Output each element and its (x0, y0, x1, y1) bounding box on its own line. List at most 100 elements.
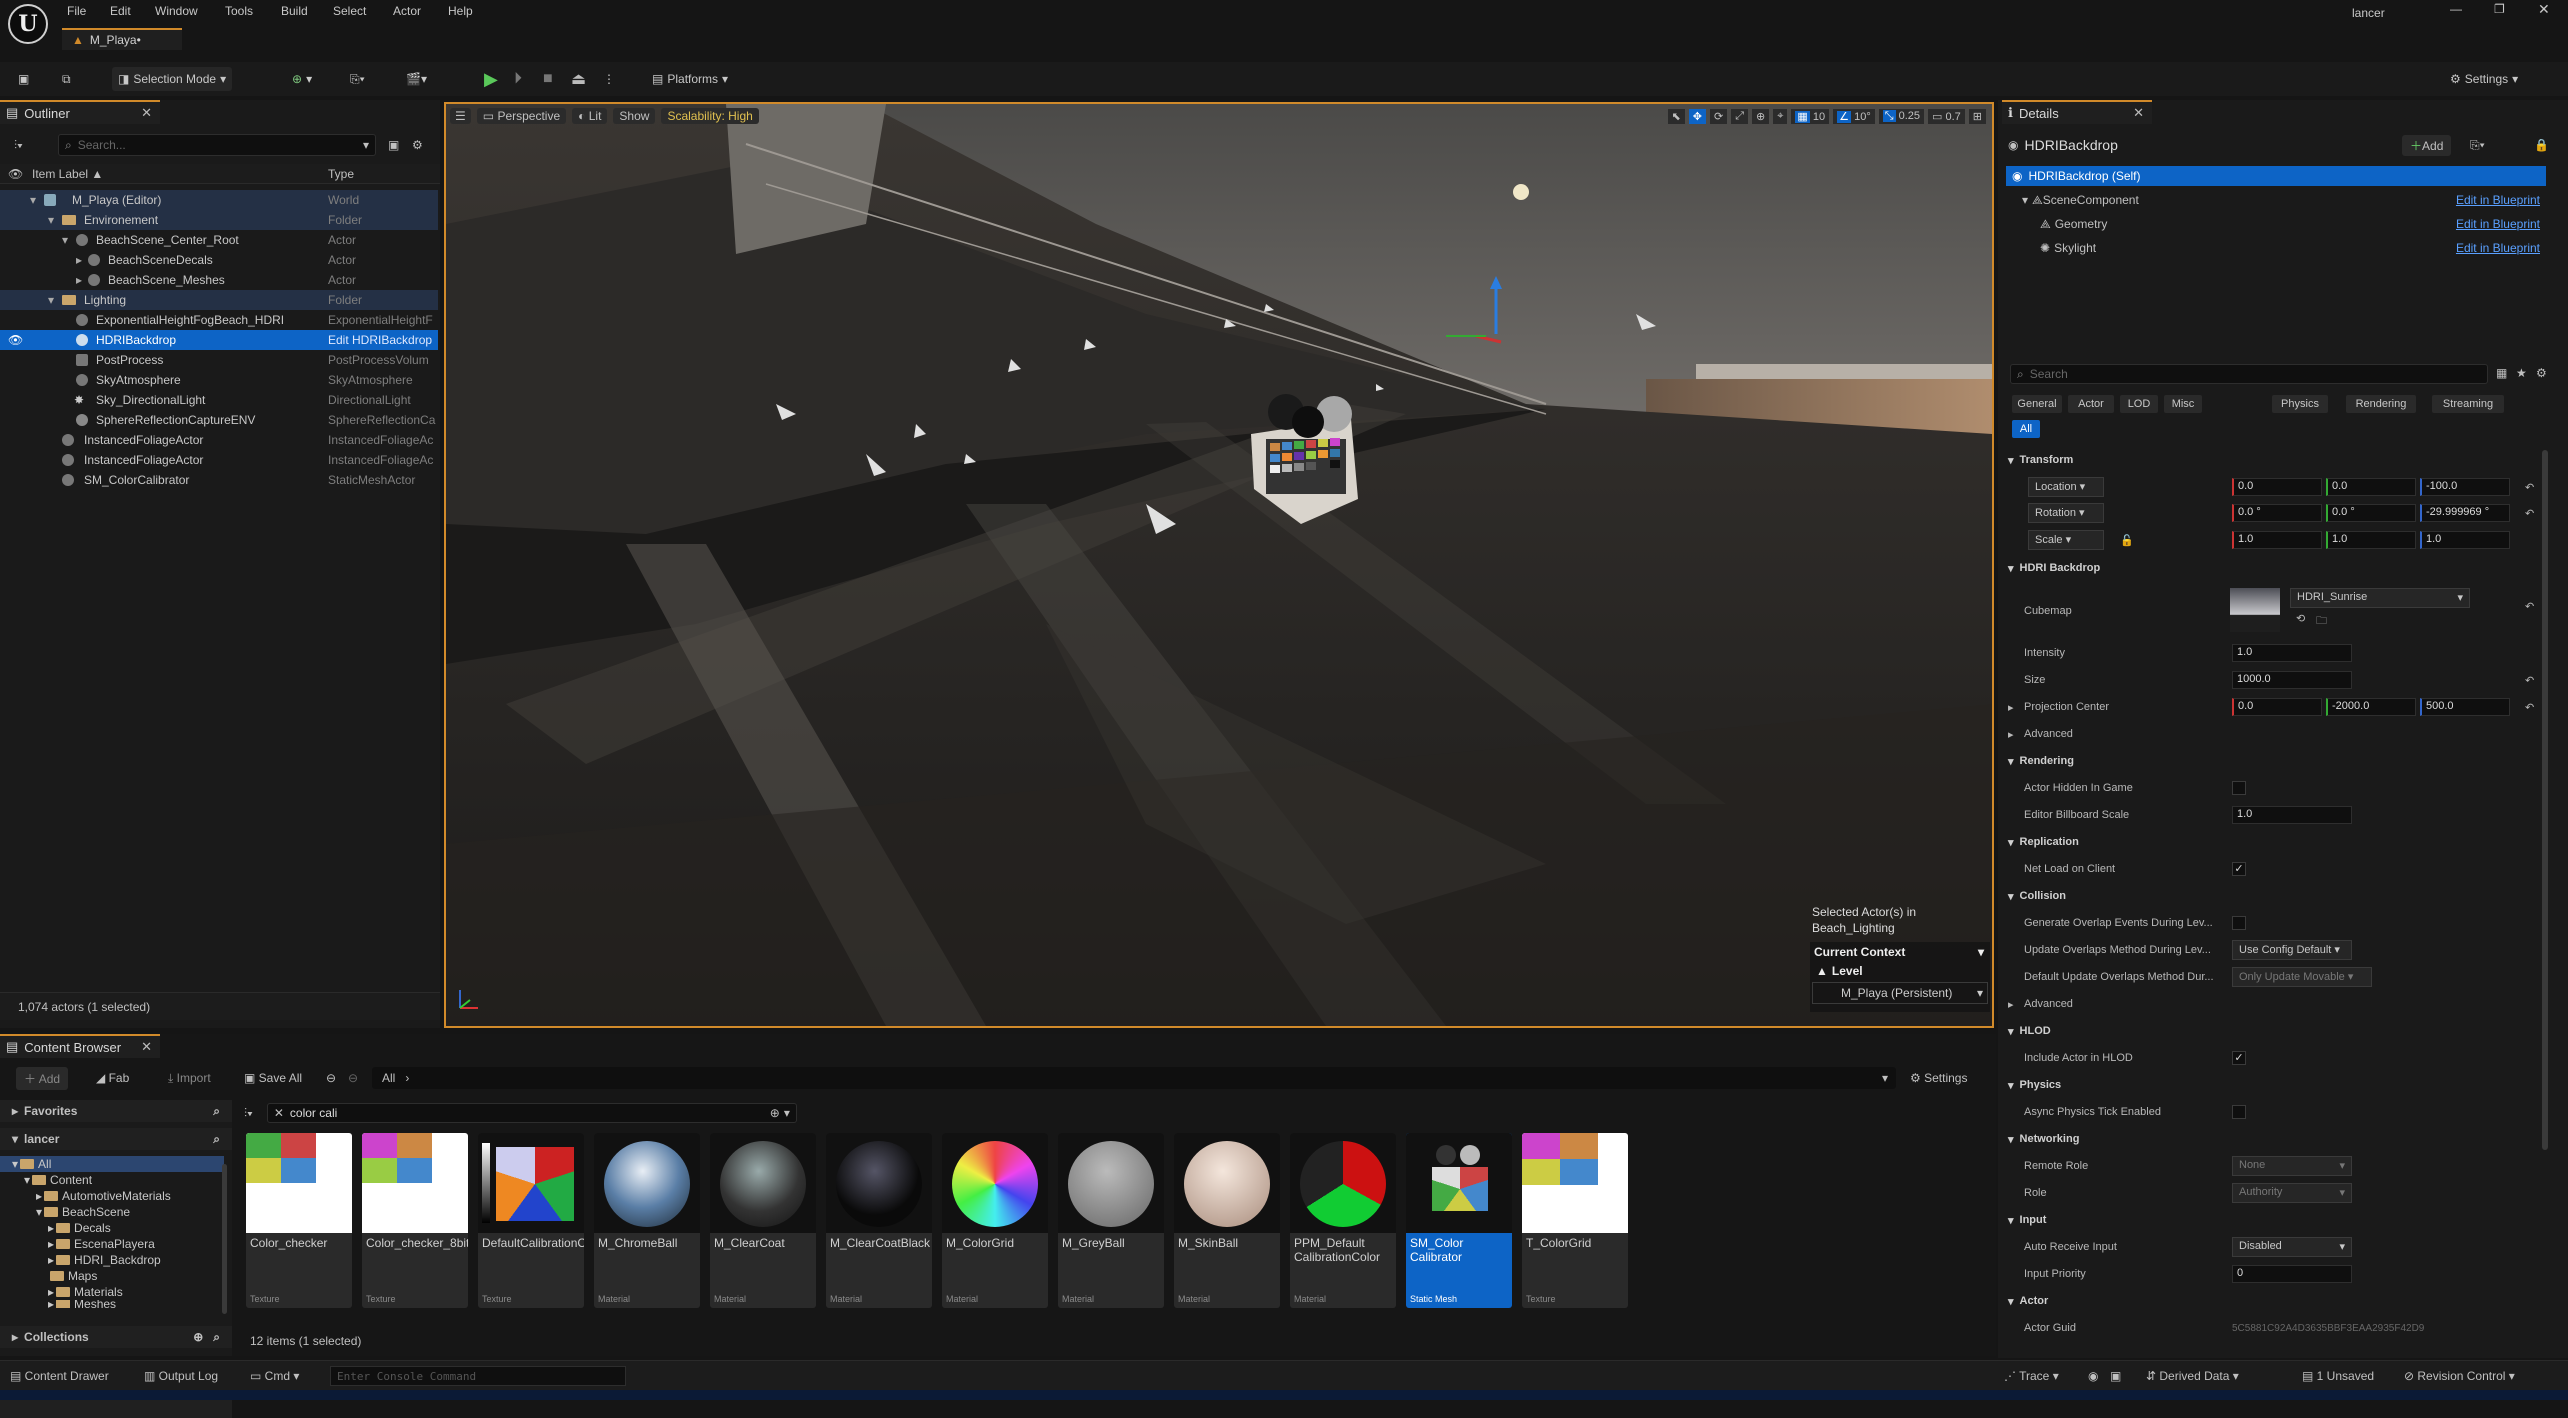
tree-item-decals[interactable]: ▸ Decals (0, 1220, 224, 1236)
close-icon[interactable]: ✕ (2133, 105, 2144, 121)
add-collection-icon[interactable]: ⊕ (193, 1330, 203, 1344)
cubemap-thumbnail[interactable] (2230, 588, 2280, 632)
menu-build[interactable]: Build (281, 4, 308, 18)
select-tool-icon[interactable]: ⬉ (1667, 108, 1685, 124)
asset-tile[interactable]: M_ColorGrid Material (942, 1133, 1048, 1308)
lock-icon[interactable]: 🔒 (2534, 138, 2549, 152)
output-log-button[interactable]: ▥ Output Log (144, 1369, 218, 1383)
platforms-button[interactable]: ▤ Platforms ▾ (646, 67, 734, 91)
update-overlaps-dropdown[interactable]: Use Config Default ▾ (2232, 940, 2352, 960)
save-all-button[interactable]: ▣ Save All (244, 1071, 302, 1085)
tree-item-beachscene[interactable]: ▾ BeachScene (0, 1204, 224, 1220)
scale-y-input[interactable]: 1.0 (2326, 531, 2416, 549)
search-icon[interactable]: ⌕ (213, 1104, 220, 1119)
outliner-row[interactable]: ▾ Lighting Folder (0, 290, 438, 310)
category-tab-lod[interactable]: LOD (2120, 395, 2158, 413)
save-icon[interactable]: ▣ (12, 67, 35, 91)
rotation-y-input[interactable]: 0.0 ° (2326, 504, 2416, 522)
screenshot-icon[interactable]: ▣ (2110, 1369, 2121, 1383)
outliner-row[interactable]: ▾ BeachScene_Center_Root Actor (0, 230, 438, 250)
outliner-row[interactable]: ▾ Environement Folder (0, 210, 438, 230)
play-button[interactable]: ▶ (478, 67, 504, 91)
world-space-icon[interactable]: ⊕ (1752, 108, 1770, 124)
details-tab[interactable]: ℹ Details ✕ (2002, 100, 2152, 124)
cinematics-button[interactable]: 🎬▾ (400, 67, 433, 91)
menu-select[interactable]: Select (333, 4, 366, 18)
level-viewport[interactable]: ☰ ▭ Perspective ◐ Lit Show Scalability: … (444, 102, 1994, 1028)
new-folder-icon[interactable]: ▣ (388, 138, 399, 152)
outliner-row[interactable]: ✸ Sky_DirectionalLight DirectionalLight (0, 390, 438, 410)
close-icon[interactable]: ✕ (141, 105, 152, 121)
menu-file[interactable]: File (67, 4, 86, 18)
rotation-dropdown[interactable]: Rotation ▾ (2028, 503, 2104, 523)
asset-tile[interactable]: Color_checker Texture (246, 1133, 352, 1308)
asset-tile[interactable]: M_ClearCoatBlack Material (826, 1133, 932, 1308)
rotation-x-input[interactable]: 0.0 ° (2232, 504, 2322, 522)
item-label-column[interactable]: Item Label ▲ (32, 167, 103, 181)
rotation-snap-button[interactable]: ∠ 10° (1833, 108, 1875, 124)
category-tab-rendering[interactable]: Rendering (2346, 395, 2416, 413)
scale-snap-button[interactable]: ⤡ 0.25 (1878, 108, 1925, 124)
play-options-icon[interactable]: ⋮ (597, 67, 621, 91)
tree-item-content[interactable]: ▾ Content (0, 1172, 224, 1188)
outliner-row[interactable]: InstancedFoliageActor InstancedFoliageAc (0, 450, 438, 470)
console-input[interactable]: Enter Console Command (330, 1366, 626, 1386)
translate-tool-icon[interactable]: ✥ (1688, 108, 1706, 124)
generate-overlap-checkbox[interactable] (2232, 916, 2246, 930)
section-physics[interactable]: ▾ Physics (2000, 1073, 2540, 1097)
grid-snap-button[interactable]: ▦ 10 (1791, 108, 1830, 124)
tree-item-all[interactable]: ▾ All (0, 1156, 224, 1172)
reset-icon[interactable]: ↶ (2525, 600, 2534, 613)
section-networking[interactable]: ▾ Networking (2000, 1127, 2540, 1151)
details-search-input[interactable]: ⌕ Search (2010, 364, 2488, 384)
content-browser-tab[interactable]: ▤ Content Browser ✕ (0, 1034, 160, 1058)
category-tab-streaming[interactable]: Streaming (2432, 395, 2504, 413)
location-dropdown[interactable]: Location ▾ (2028, 477, 2104, 497)
asset-search-input[interactable]: ✕ color cali ⊕ ▾ (266, 1103, 797, 1123)
stop-button[interactable]: ■ (537, 67, 559, 91)
sources-scrollbar[interactable] (222, 1164, 227, 1314)
favorites-star-icon[interactable]: ★ (2516, 366, 2527, 380)
include-hlod-checkbox[interactable]: ✓ (2232, 1051, 2246, 1065)
maximize-viewport-icon[interactable]: ⊞ (1968, 108, 1986, 124)
type-column[interactable]: Type (328, 167, 354, 181)
scale-dropdown[interactable]: Scale ▾ (2028, 530, 2104, 550)
rotate-tool-icon[interactable]: ⟳ (1709, 108, 1728, 124)
tree-item-automotive[interactable]: ▸ AutomotiveMaterials (0, 1188, 224, 1204)
section-rendering[interactable]: ▾ Rendering (2000, 749, 2540, 773)
outliner-row[interactable]: SkyAtmosphere SkyAtmosphere (0, 370, 438, 390)
asset-tile-selected[interactable]: SM_Color Calibrator Static Mesh (1406, 1133, 1512, 1308)
menu-window[interactable]: Window (155, 4, 198, 18)
reset-icon[interactable]: ↶ (2525, 674, 2534, 687)
advance-frame-button[interactable]: ⏵ (508, 67, 528, 91)
scalability-badge[interactable]: Scalability: High (661, 108, 759, 124)
derived-data-button[interactable]: ⇵ Derived Data ▾ (2146, 1369, 2239, 1383)
filter-icon[interactable]: ⫶▾ (14, 138, 23, 153)
edit-in-blueprint-link[interactable]: Edit in Blueprint (2456, 241, 2540, 255)
outliner-row-selected[interactable]: 👁 HDRIBackdrop Edit HDRIBackdrop (0, 330, 438, 350)
section-input[interactable]: ▾ Input (2000, 1208, 2540, 1232)
projection-y-input[interactable]: -2000.0 (2326, 698, 2416, 716)
blueprint-options-icon[interactable]: ⎘▾ (2470, 138, 2485, 153)
async-physics-checkbox[interactable] (2232, 1105, 2246, 1119)
asset-tile[interactable]: M_ClearCoat Material (710, 1133, 816, 1308)
lock-scale-icon[interactable]: 🔓 (2120, 534, 2134, 547)
scale-z-input[interactable]: 1.0 (2420, 531, 2510, 549)
browse-icon[interactable]: ⟲ (2296, 612, 2305, 625)
location-y-input[interactable]: 0.0 (2326, 478, 2416, 496)
outliner-row[interactable]: InstancedFoliageActor InstancedFoliageAc (0, 430, 438, 450)
add-button[interactable]: ＋ Add (16, 1066, 69, 1090)
menu-actor[interactable]: Actor (393, 4, 421, 18)
size-input[interactable]: 1000.0 (2232, 671, 2352, 689)
collections-header-bar[interactable]: ▸ Collections ⊕ ⌕ (0, 1326, 232, 1348)
settings-button[interactable]: ⚙ Settings (1910, 1071, 1967, 1085)
collision-advanced-row[interactable]: ▸ Advanced (2000, 991, 2540, 1017)
content-icon[interactable]: ⧉ (56, 67, 77, 91)
outliner-row[interactable]: ▾ M_Playa (Editor) World (0, 190, 438, 210)
level-selector[interactable]: M_Playa (Persistent) ▾ (1812, 982, 1988, 1004)
unreal-logo-icon[interactable]: U (8, 4, 48, 44)
outliner-tab[interactable]: ▤ Outliner ✕ (0, 100, 160, 124)
fab-button[interactable]: ◢ Fab (96, 1071, 129, 1085)
outliner-row[interactable]: PostProcess PostProcessVolum (0, 350, 438, 370)
section-hdri-backdrop[interactable]: ▾ HDRI Backdrop (2000, 556, 2540, 580)
